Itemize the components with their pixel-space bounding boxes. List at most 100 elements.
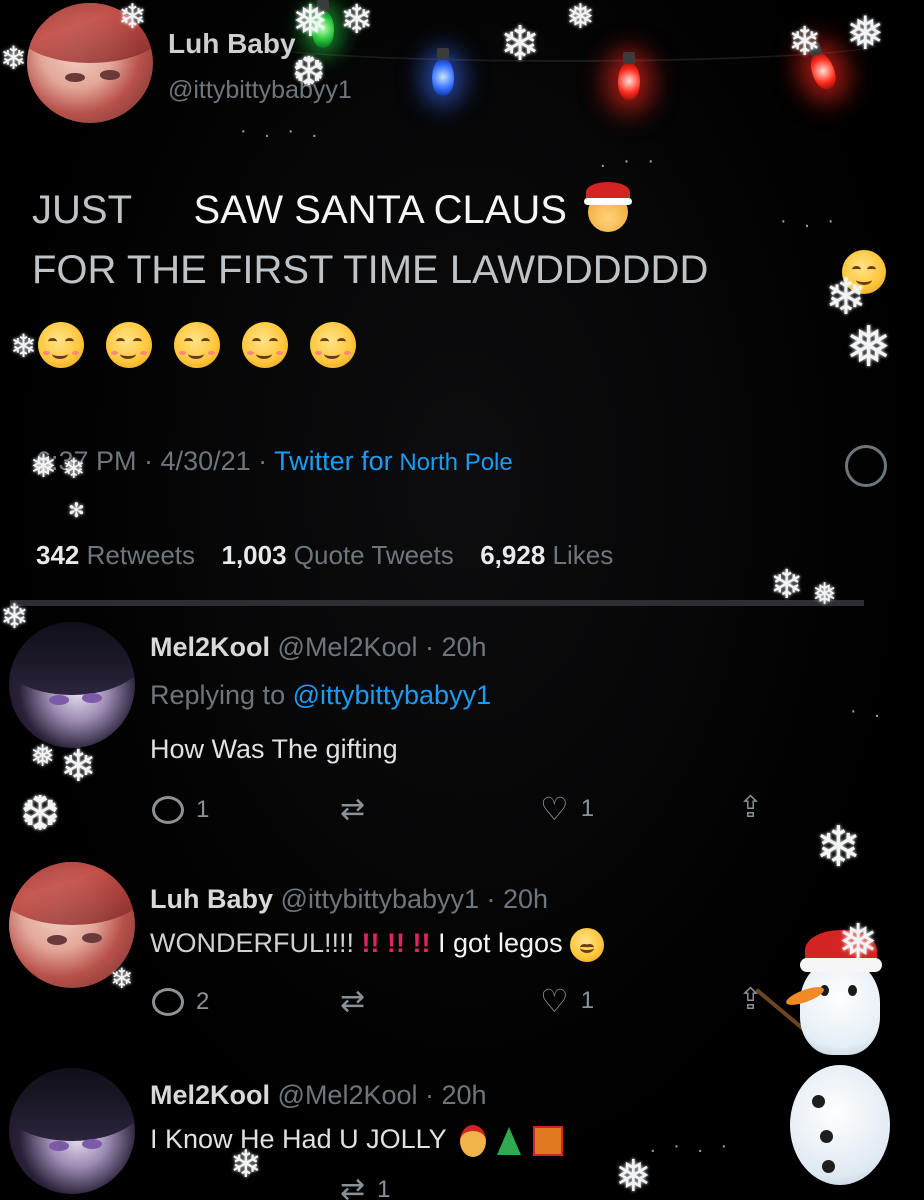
avatar-eye <box>46 935 67 946</box>
screenshot-frame: Luh Baby @ittybittybabyy1 JUST SAW SANTA… <box>0 0 924 1200</box>
retweet-arrows-icon: ⇄ <box>340 985 366 1018</box>
tweet-text-highlight: SAW SANTA CLAUS <box>193 188 567 232</box>
replying-label: Replying to <box>150 680 293 710</box>
avatar[interactable] <box>9 622 135 748</box>
snowflake-icon: ❄ <box>118 0 147 37</box>
snowflake-icon: ❅ <box>838 914 879 970</box>
snowflake-icon: ❆ <box>292 49 326 95</box>
snowflake-icon: ❅ <box>812 577 838 612</box>
like-count: 1 <box>580 795 595 822</box>
retweet-action[interactable]: ⇄ <box>340 792 377 827</box>
snowflake-icon: ❄ <box>60 741 97 792</box>
snowflake-icon: ✻ <box>68 498 85 522</box>
snowflake-icon: ❄ <box>10 327 37 365</box>
snowflake-icon: ❅ <box>566 0 595 37</box>
display-name[interactable]: Luh Baby <box>150 884 273 914</box>
share-action[interactable]: ⇪ <box>738 982 763 1017</box>
snowflake-icon: ❄ <box>788 19 822 65</box>
snowflake-icon: ❄ <box>0 39 27 77</box>
sparkle-dots: · . · . <box>240 120 324 142</box>
sparkle-dots: . · · <box>600 150 660 172</box>
santa-emoji-icon <box>584 182 633 233</box>
reply-header: Mel2Kool @Mel2Kool · 20h <box>150 632 487 663</box>
sparkle-dots: · . <box>850 700 886 722</box>
share-action[interactable]: ⇪ <box>738 790 763 825</box>
tweet-timestamp: 6:37 PM · 4/30/21 · Twitter for North Po… <box>36 446 513 477</box>
reply-text: WONDERFUL!!!! !! !! !! I got legos <box>150 928 605 962</box>
quote-tweets-label[interactable]: Quote Tweets <box>294 540 454 570</box>
heart-eyes-emoji-icon <box>570 928 605 962</box>
share-upload-icon: ⇪ <box>738 791 764 824</box>
avatar-eye <box>82 932 103 943</box>
likes-label[interactable]: Likes <box>553 540 614 570</box>
like-action[interactable]: ♡ 1 <box>540 982 594 1020</box>
heart-icon: ♡ <box>540 791 569 827</box>
snowflake-icon: ❄ <box>500 16 541 72</box>
likes-count[interactable]: 6,928 <box>480 540 545 570</box>
snowflake-icon: ❄ <box>340 0 374 43</box>
avatar-eye <box>49 695 70 706</box>
reply-text: How Was The gifting <box>150 734 398 764</box>
source-link[interactable]: Twitter for <box>274 446 393 476</box>
reply-header: Mel2Kool @Mel2Kool · 20h <box>150 1080 487 1111</box>
snowflake-icon: ❅ <box>30 739 56 774</box>
replying-handle[interactable]: @ittybittybabyy1 <box>293 680 492 710</box>
red-exclamation-icon: !! !! !! <box>361 928 431 959</box>
retweet-count: 1 <box>377 1175 391 1200</box>
relieved-emoji-icon <box>310 322 356 368</box>
retweets-count[interactable]: 342 <box>36 540 79 570</box>
reply-text-main: I Know He Had U JOLLY <box>150 1124 447 1154</box>
snowflake-icon: ❄ <box>0 597 29 637</box>
relieved-emoji-icon <box>174 322 220 368</box>
snowflake-icon: ❅ <box>615 1151 652 1200</box>
snowflake-icon: ❄ <box>815 815 862 880</box>
reply-text-tail: I got legos <box>437 928 563 959</box>
reply-header: Luh Baby @ittybittybabyy1 · 20h <box>150 884 548 915</box>
display-name[interactable]: Mel2Kool <box>150 632 270 662</box>
tweet-text-line-2: FOR THE FIRST TIME LAWDDDDDD <box>32 240 708 300</box>
tweet-text-word: JUST <box>32 188 132 232</box>
tweet-text: JUST SAW SANTA CLAUS <box>32 180 633 240</box>
info-icon[interactable] <box>845 445 887 487</box>
retweet-action[interactable]: ⇄ 1 <box>340 1172 391 1200</box>
snowflake-icon: ❅ <box>30 447 57 485</box>
olaf-button <box>822 1160 835 1173</box>
reply-action[interactable]: 1 <box>152 796 209 824</box>
handle-time[interactable]: @Mel2Kool · 20h <box>278 1080 487 1110</box>
replying-to: Replying to @ittybittybabyy1 <box>150 680 491 711</box>
avatar-eye <box>100 70 121 80</box>
quote-tweets-count[interactable]: 1,003 <box>221 540 286 570</box>
snowflake-icon: ❄ <box>62 452 86 485</box>
sparkle-dots: · . · <box>780 210 840 232</box>
display-name[interactable]: Luh Baby <box>168 28 296 60</box>
tweet-text-line: FOR THE FIRST TIME LAWDDDDDD <box>32 248 709 292</box>
reply-action[interactable]: 2 <box>152 988 209 1016</box>
like-count: 1 <box>580 987 595 1014</box>
reply-text-main: WONDERFUL!!!! <box>150 928 362 959</box>
retweet-arrows-icon: ⇄ <box>340 1173 366 1200</box>
divider <box>10 600 864 606</box>
snowflake-icon: ❄ <box>770 562 804 608</box>
retweets-label[interactable]: Retweets <box>87 540 195 570</box>
source-suffix: North Pole <box>392 449 513 476</box>
heart-icon: ♡ <box>540 983 569 1019</box>
handle-time[interactable]: @Mel2Kool · 20h <box>278 632 487 662</box>
avatar[interactable] <box>9 1068 135 1194</box>
snowflake-icon: ❅ <box>846 6 885 60</box>
handle-time[interactable]: @ittybittybabyy1 · 20h <box>281 884 549 914</box>
retweet-action[interactable]: ⇄ <box>340 984 377 1019</box>
snowflake-icon: ❅ <box>292 0 329 47</box>
sparkle-dots: . · . · <box>650 1135 734 1157</box>
reply-text: I Know He Had U JOLLY <box>150 1124 563 1157</box>
gift-icon <box>532 1125 563 1156</box>
tweet-stats: 342 Retweets 1,003 Quote Tweets 6,928 Li… <box>36 540 613 571</box>
speech-bubble-icon <box>152 796 184 824</box>
olaf-body <box>790 1065 890 1185</box>
avatar-eye <box>49 1141 70 1152</box>
like-action[interactable]: ♡ 1 <box>540 790 594 828</box>
emoji-row <box>38 322 356 368</box>
santa-emoji-icon <box>459 1124 486 1157</box>
olaf-button <box>812 1095 825 1108</box>
display-name[interactable]: Mel2Kool <box>150 1080 270 1110</box>
avatar-hair <box>9 1068 135 1142</box>
